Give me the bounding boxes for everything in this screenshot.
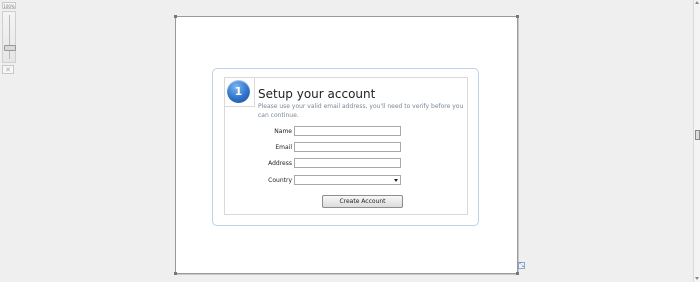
zoom-widget: 100% — [2, 2, 16, 63]
zoom-slider-track — [9, 15, 10, 59]
form-description: Please use your valid email address, you… — [258, 103, 464, 119]
expand-icon[interactable]: ⤡ — [518, 262, 525, 269]
name-label: Name — [274, 128, 292, 135]
resize-handle-top-right[interactable] — [516, 15, 519, 18]
close-icon[interactable]: ✕ — [2, 65, 14, 74]
step-badge: 1 — [224, 77, 255, 107]
vertical-scrollbar[interactable] — [693, 0, 700, 282]
create-account-button[interactable]: Create Account — [322, 195, 403, 208]
country-select[interactable] — [294, 175, 401, 185]
scrollbar-thumb[interactable] — [695, 130, 700, 140]
zoom-level-label: 100% — [2, 2, 16, 9]
email-field[interactable] — [294, 142, 401, 152]
address-label: Address — [268, 160, 292, 167]
scroll-up-icon[interactable] — [695, 1, 699, 4]
chevron-down-icon[interactable] — [394, 179, 398, 182]
zoom-slider-thumb[interactable] — [4, 45, 16, 51]
email-label: Email — [275, 144, 292, 151]
scroll-down-icon[interactable] — [695, 277, 699, 280]
zoom-slider[interactable] — [2, 11, 16, 63]
form-title: Setup your account — [258, 87, 376, 101]
name-field[interactable] — [294, 126, 401, 136]
resize-handle-bottom-right[interactable] — [516, 272, 519, 275]
step-number: 1 — [227, 80, 250, 103]
address-field[interactable] — [294, 158, 401, 168]
resize-handle-bottom-left[interactable] — [174, 272, 177, 275]
country-label: Country — [268, 177, 292, 184]
resize-handle-top-left[interactable] — [174, 15, 177, 18]
